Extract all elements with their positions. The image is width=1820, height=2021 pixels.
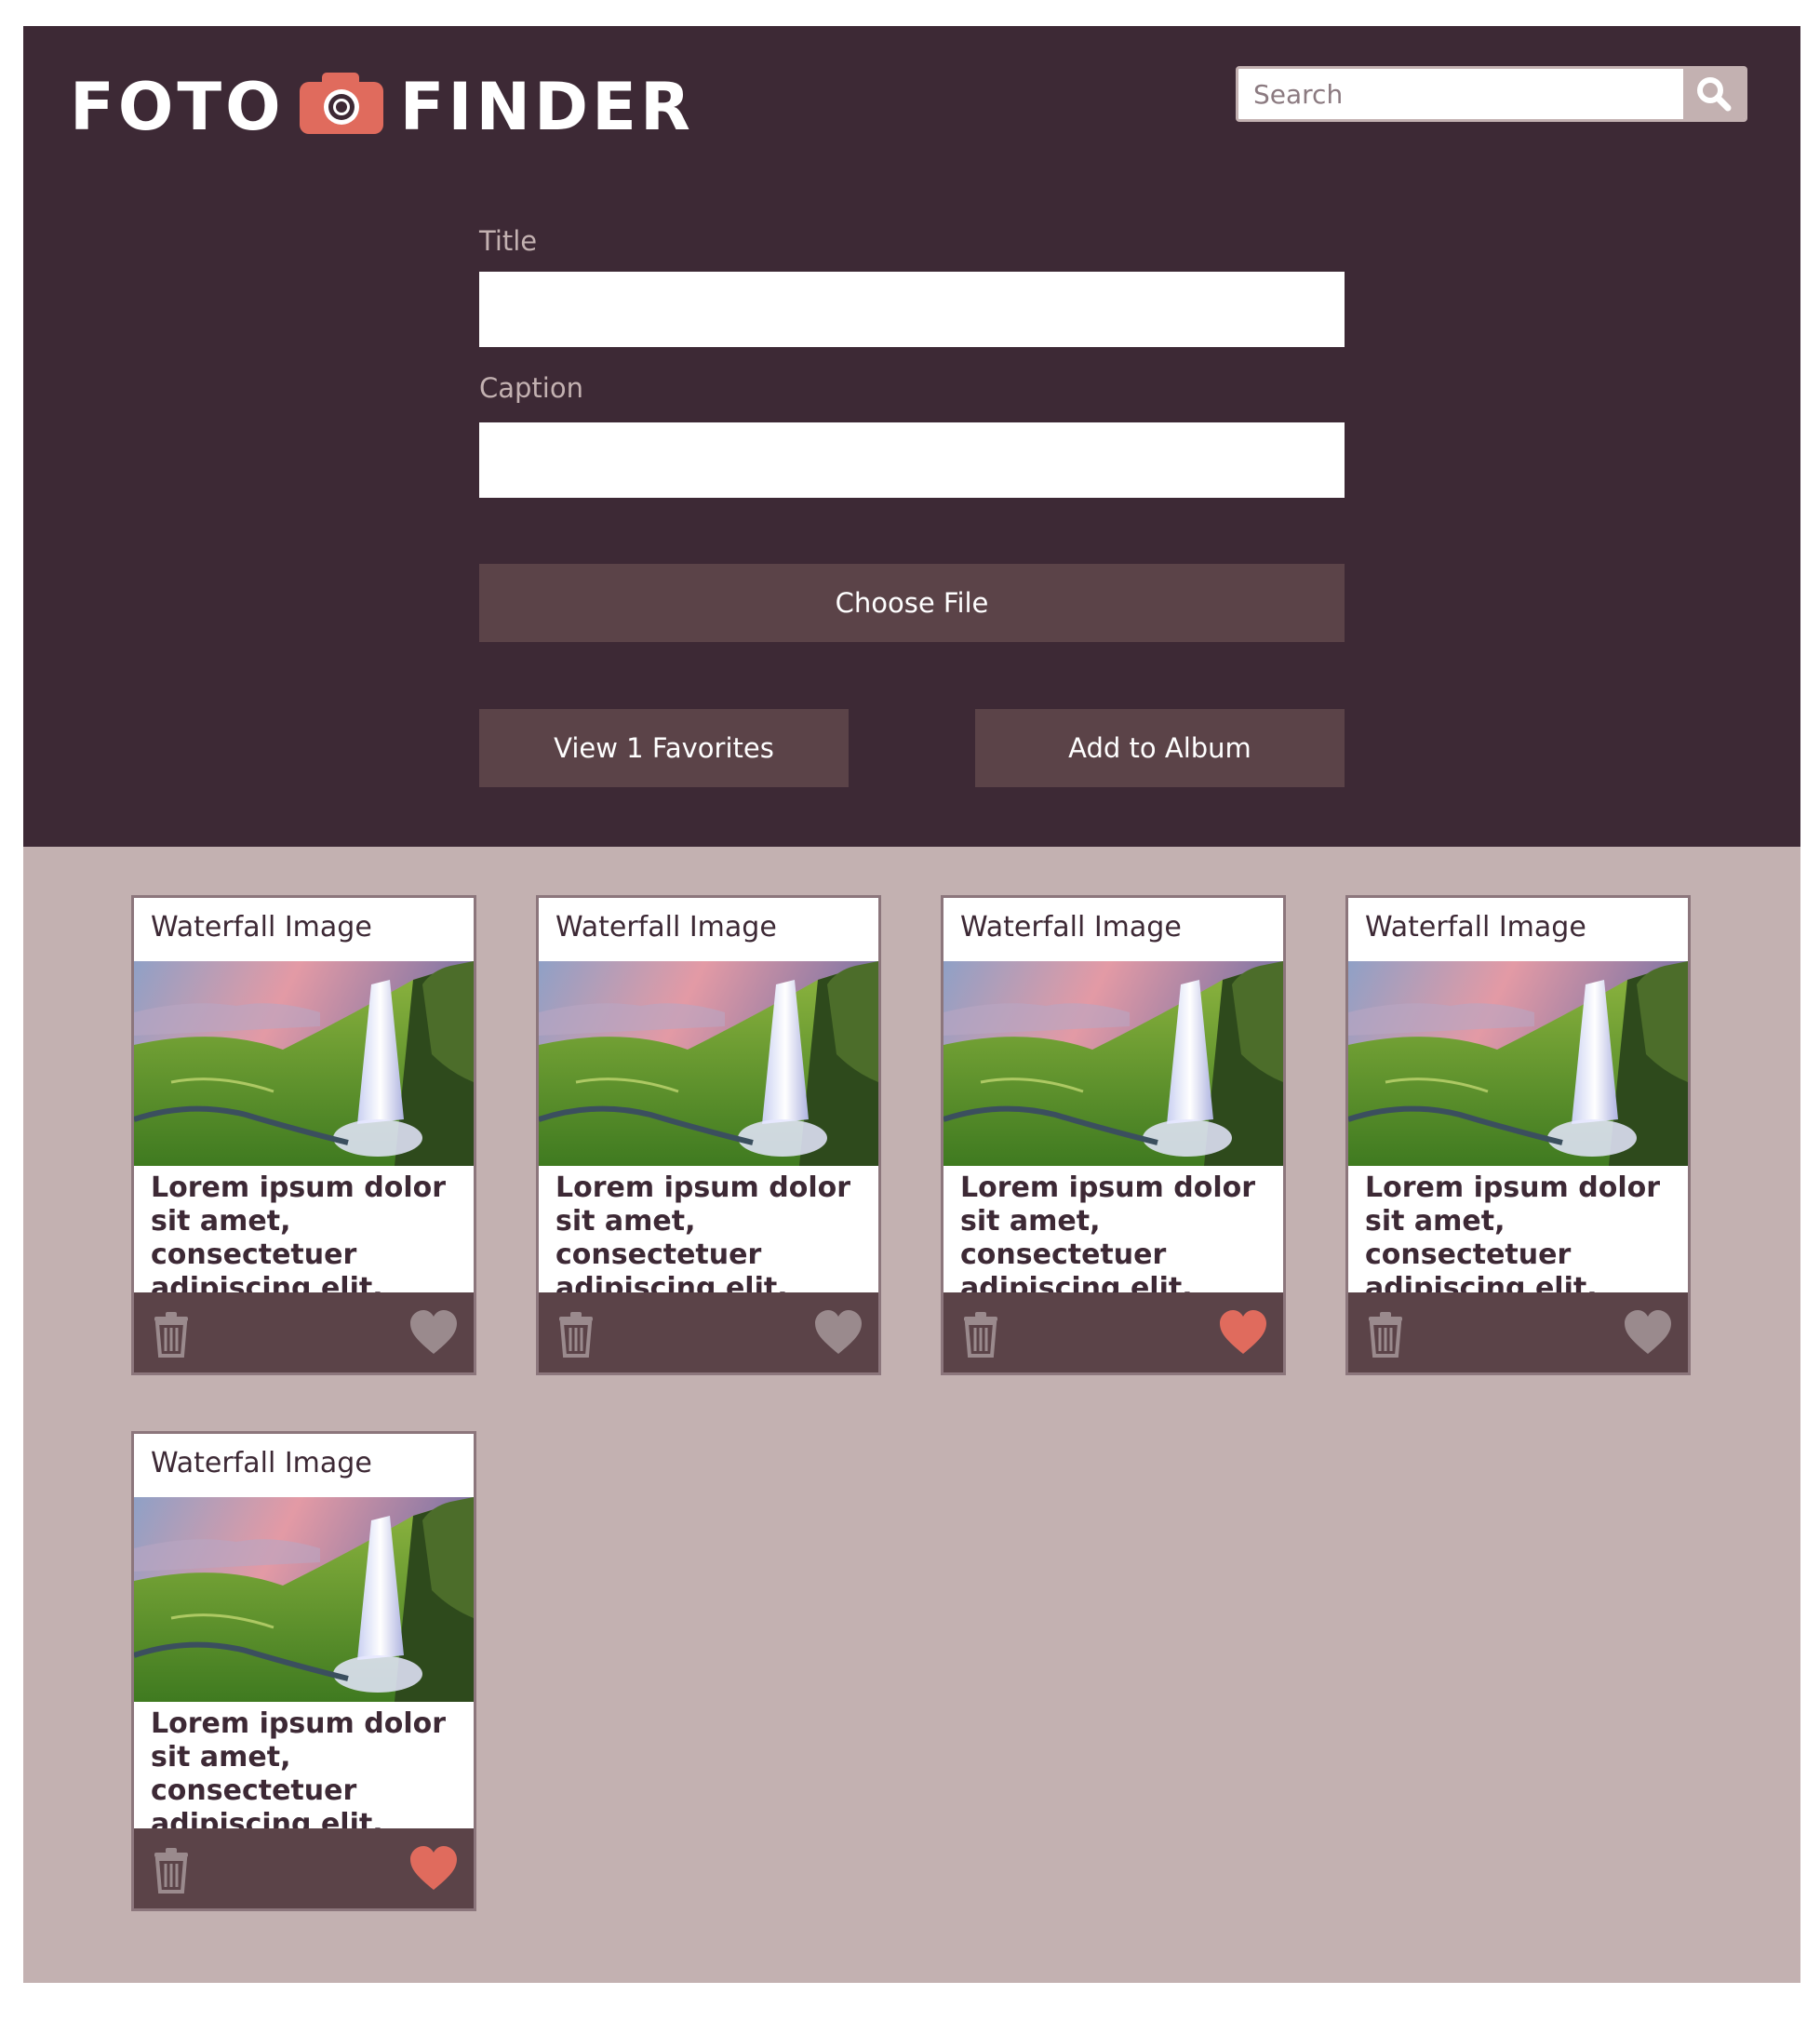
trash-icon[interactable]: [149, 1847, 194, 1894]
app-frame: FOTO FINDER Title Caption: [23, 26, 1800, 1983]
heart-icon[interactable]: [408, 1309, 459, 1356]
photo-card: Waterfall Image Lorem ipsum dolor sit am…: [1345, 895, 1691, 1375]
choose-file-button[interactable]: Choose File: [479, 564, 1345, 642]
photo-card: Waterfall Image Lorem ipsum dolor sit am…: [536, 895, 881, 1375]
title-label: Title: [479, 225, 538, 257]
heart-icon[interactable]: [813, 1309, 863, 1356]
search-button[interactable]: [1683, 69, 1745, 119]
card-footer: [539, 1292, 878, 1372]
caption-input[interactable]: [479, 422, 1345, 498]
camera-icon: [299, 73, 383, 134]
card-caption: Lorem ipsum dolor sit amet, consectetuer…: [960, 1171, 1256, 1305]
search-input[interactable]: [1238, 69, 1683, 119]
card-caption: Lorem ipsum dolor sit amet, consectetuer…: [151, 1171, 447, 1305]
header: FOTO FINDER Title Caption: [23, 26, 1800, 847]
card-footer: [1348, 1292, 1688, 1372]
card-photo[interactable]: [1348, 961, 1688, 1166]
photo-card: Waterfall Image Lorem ipsum dolor sit am…: [941, 895, 1286, 1375]
photo-card: Waterfall Image Lorem ipsum dolor sit am…: [131, 895, 476, 1375]
view-favorites-button[interactable]: View 1 Favorites: [479, 709, 849, 787]
card-photo[interactable]: [134, 961, 474, 1166]
card-title: Waterfall Image: [151, 911, 372, 944]
heart-icon[interactable]: [1623, 1309, 1673, 1356]
trash-icon[interactable]: [149, 1311, 194, 1358]
caption-label: Caption: [479, 372, 583, 404]
card-photo[interactable]: [134, 1497, 474, 1702]
add-to-album-button[interactable]: Add to Album: [975, 709, 1345, 787]
card-photo[interactable]: [943, 961, 1283, 1166]
search-bar: [1236, 66, 1747, 122]
brand-left: FOTO: [70, 69, 285, 145]
card-photo[interactable]: [539, 961, 878, 1166]
card-title: Waterfall Image: [1365, 911, 1586, 944]
card-title: Waterfall Image: [960, 911, 1182, 944]
card-title: Waterfall Image: [151, 1447, 372, 1479]
trash-icon[interactable]: [958, 1311, 1003, 1358]
card-caption: Lorem ipsum dolor sit amet, consectetuer…: [151, 1707, 447, 1840]
heart-icon[interactable]: [408, 1845, 459, 1892]
trash-icon[interactable]: [1363, 1311, 1408, 1358]
card-caption: Lorem ipsum dolor sit amet, consectetuer…: [555, 1171, 851, 1305]
brand-right: FINDER: [399, 69, 694, 145]
card-title: Waterfall Image: [555, 911, 777, 944]
search-icon: [1697, 77, 1732, 112]
card-footer: [943, 1292, 1283, 1372]
title-input[interactable]: [479, 272, 1345, 347]
heart-icon[interactable]: [1218, 1309, 1268, 1356]
trash-icon[interactable]: [554, 1311, 598, 1358]
card-caption: Lorem ipsum dolor sit amet, consectetuer…: [1365, 1171, 1661, 1305]
logo: FOTO FINDER: [70, 65, 694, 149]
photo-card: Waterfall Image Lorem ipsum dolor sit am…: [131, 1431, 476, 1911]
card-footer: [134, 1292, 474, 1372]
card-footer: [134, 1828, 474, 1908]
